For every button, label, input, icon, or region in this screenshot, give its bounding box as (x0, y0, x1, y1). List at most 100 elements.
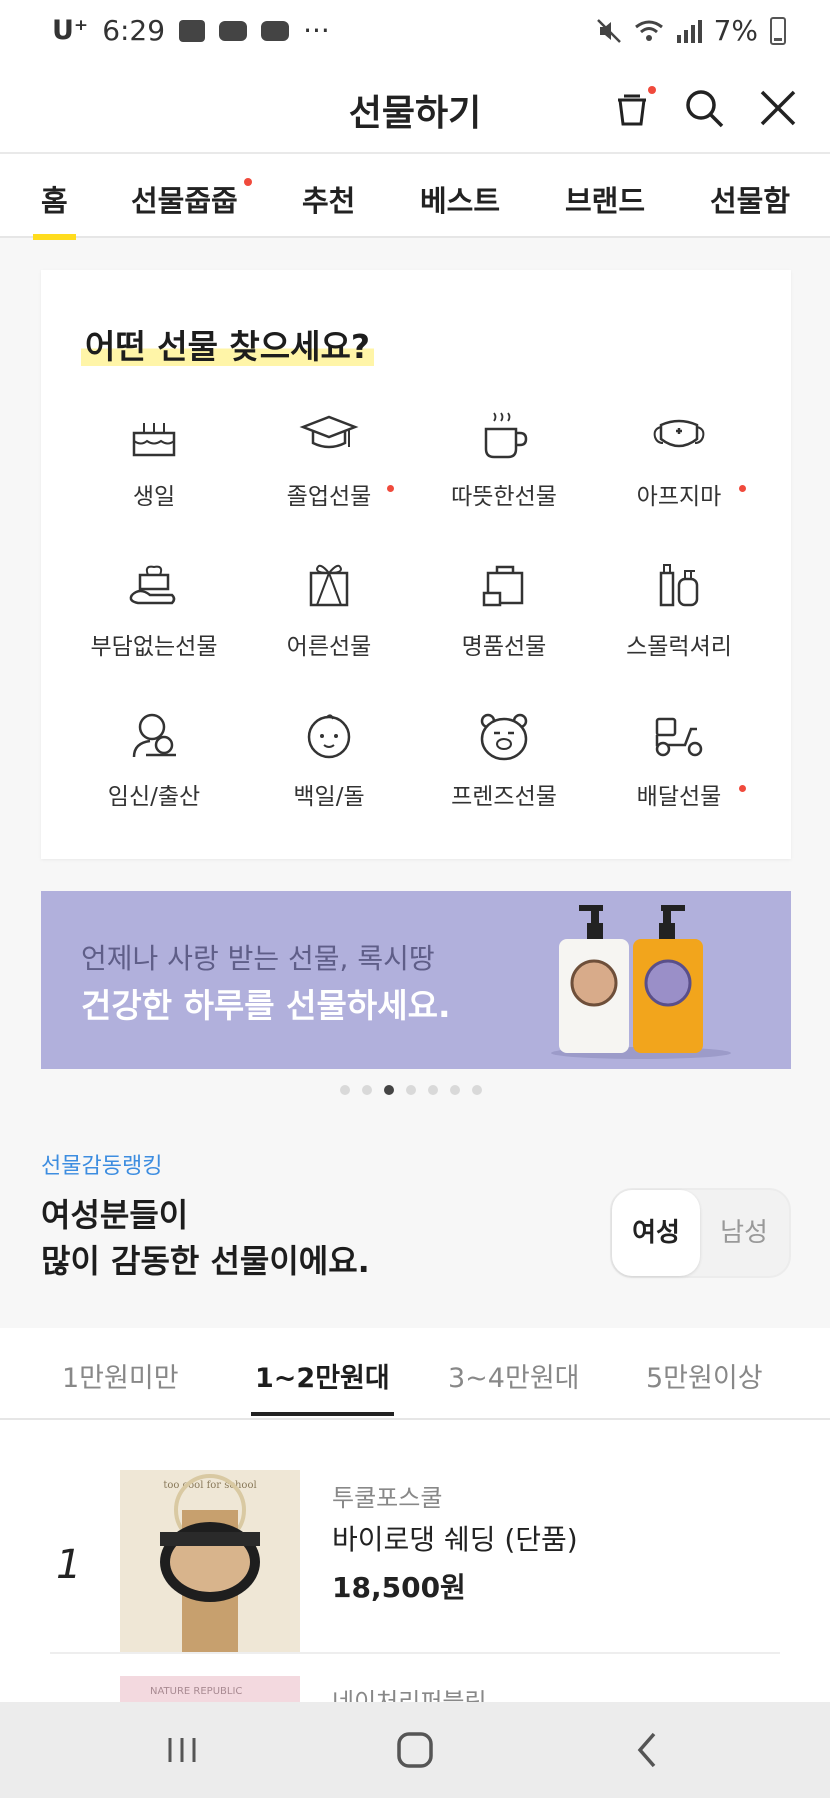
category-graduation[interactable]: 졸업선물 (239, 405, 419, 511)
graduation-cap-icon (299, 415, 359, 449)
category-friends-gift[interactable]: 프렌즈선물 (414, 705, 594, 811)
delivery-scooter-icon (655, 717, 703, 757)
ranking-title-line2: 많이 감동한 선물이에요. (41, 1242, 370, 1280)
small-gift-icon (129, 565, 176, 605)
tab-gift-box[interactable]: 선물함 (710, 178, 790, 220)
finder-title-text: 어떤 선물 찾으세요? (81, 327, 375, 366)
category-casual-gift[interactable]: 부담없는선물 (64, 555, 244, 661)
wrapped-gift-icon (309, 564, 349, 607)
wifi-icon (634, 20, 663, 41)
tab-home[interactable]: 홈 (33, 178, 76, 240)
price-tab-10k-20k[interactable]: 1~2만원대 (251, 1356, 394, 1416)
rank-number: 1 (56, 1542, 82, 1588)
category-label: 프렌즈선물 (451, 784, 557, 810)
tab-gift-pickup-badge (244, 178, 252, 186)
clock: 6:29 (102, 14, 166, 47)
price-tab-over-50k[interactable]: 5만원이상 (646, 1356, 763, 1395)
cake-icon (132, 423, 176, 457)
category-label: 스몰럭셔리 (626, 634, 732, 660)
search-button[interactable] (680, 84, 728, 132)
ranking-label: 선물감동랭킹 (41, 1154, 163, 1179)
youtube-notification-icon-2 (261, 20, 290, 41)
page-dot[interactable] (428, 1085, 438, 1095)
app-header: 선물하기 (0, 62, 830, 152)
toggle-male[interactable]: 남성 (700, 1190, 788, 1276)
product-image-text: too cool for school (163, 1480, 256, 1491)
ranking-title: 여성분들이 많이 감동한 선물이에요. (41, 1192, 370, 1284)
category-label: 따뜻한선물 (451, 484, 557, 510)
youtube-notification-icon (219, 20, 248, 41)
system-nav-bar (0, 1702, 830, 1798)
product-list: 1 too cool for school 투쿨포스쿨 바이로댕 쉐딩 (단품)… (0, 1420, 830, 1702)
mother-baby-icon (132, 713, 176, 758)
product-name[interactable]: 바이로댕 쉐딩 (단품) (332, 1518, 578, 1558)
shopping-bag-icon (482, 565, 524, 607)
page-dot-active[interactable] (384, 1085, 394, 1095)
close-icon (760, 90, 796, 126)
category-label: 배달선물 (636, 784, 722, 810)
category-elder-gift[interactable]: 어른선물 (239, 555, 419, 661)
price-tab-under-10k[interactable]: 1만원미만 (62, 1356, 179, 1395)
product-price: 18,500원 (332, 1571, 466, 1604)
banner-subtitle: 언제나 사랑 받는 선물, 록시땅 (81, 942, 435, 975)
category-label: 생일 (132, 484, 176, 510)
hot-cup-icon (484, 412, 528, 459)
tab-brand[interactable]: 브랜드 (565, 178, 645, 220)
category-warm-gift[interactable]: 따뜻한선물 (414, 405, 594, 511)
ranking-title-line1: 여성분들이 (41, 1196, 189, 1234)
product-brand: 투쿨포스쿨 (332, 1484, 443, 1512)
page-dot[interactable] (362, 1085, 372, 1095)
product-image: too cool for school (120, 1470, 300, 1652)
main-tabs: 홈 선물줍줍 추천 베스트 브랜드 선물함 (0, 152, 830, 240)
product-bottles-image (551, 905, 731, 1059)
category-label: 어른선물 (286, 634, 372, 660)
recent-apps-icon[interactable] (160, 1728, 204, 1772)
category-luxury-gift[interactable]: 명품선물 (414, 555, 594, 661)
cosmetics-icon (659, 564, 699, 607)
tab-recommend[interactable]: 추천 (302, 178, 355, 220)
page-dot[interactable] (472, 1085, 482, 1095)
page-dot[interactable] (340, 1085, 350, 1095)
bear-face-icon (480, 713, 528, 761)
back-icon[interactable] (626, 1728, 670, 1772)
product-thumbnail[interactable]: NATURE REPUBLIC (120, 1676, 300, 1702)
promo-banner[interactable]: 언제나 사랑 받는 선물, 록시땅 건강한 하루를 선물하세요. (41, 891, 791, 1069)
banner-pagination (340, 1085, 482, 1095)
signal-icon (676, 19, 702, 43)
category-label: 부담없는선물 (90, 634, 218, 660)
category-birthday[interactable]: 생일 (64, 405, 244, 511)
product-brand: 네이처리퍼블릭 (332, 1688, 487, 1702)
category-label: 백일/돌 (293, 784, 365, 810)
page-dot[interactable] (406, 1085, 416, 1095)
toggle-female[interactable]: 여성 (612, 1190, 700, 1276)
page-dot[interactable] (450, 1085, 460, 1095)
gender-toggle: 여성 남성 (610, 1188, 791, 1278)
category-delivery-gift[interactable]: 배달선물 (589, 705, 769, 811)
product-thumbnail[interactable]: too cool for school (120, 1470, 300, 1652)
mask-icon (653, 419, 705, 448)
close-button[interactable] (754, 84, 802, 132)
gift-box-button[interactable] (608, 84, 656, 132)
more-notifications-icon: ··· (303, 14, 330, 47)
tab-best[interactable]: 베스트 (420, 178, 500, 220)
price-tabs: 1만원미만 1~2만원대 3~4만원대 5만원이상 (0, 1328, 830, 1420)
carrier-label: U⁺ (52, 15, 89, 46)
gallery-notification-icon (179, 19, 206, 42)
home-icon[interactable] (393, 1728, 437, 1772)
list-divider (50, 1652, 780, 1654)
baby-face-icon (307, 714, 351, 759)
category-pregnancy[interactable]: 임신/출산 (64, 705, 244, 811)
category-label: 임신/출산 (107, 784, 201, 810)
price-tab-30k-40k[interactable]: 3~4만원대 (448, 1356, 580, 1395)
category-badge (739, 785, 746, 792)
category-small-luxury[interactable]: 스몰럭셔리 (589, 555, 769, 661)
gift-finder-card: 어떤 선물 찾으세요? 생일 졸업선물 따뜻한선물 아프지마 부담없는선물 어른… (41, 270, 791, 859)
product-image-text: NATURE REPUBLIC (150, 1686, 243, 1697)
battery-percent: 7% (713, 14, 758, 47)
tab-gift-pickup[interactable]: 선물줍줍 (131, 178, 238, 220)
category-label: 명품선물 (461, 634, 547, 660)
category-baby-100-days[interactable]: 백일/돌 (239, 705, 419, 811)
battery-icon (770, 16, 786, 45)
search-icon (686, 90, 724, 128)
category-get-well[interactable]: 아프지마 (589, 405, 769, 511)
